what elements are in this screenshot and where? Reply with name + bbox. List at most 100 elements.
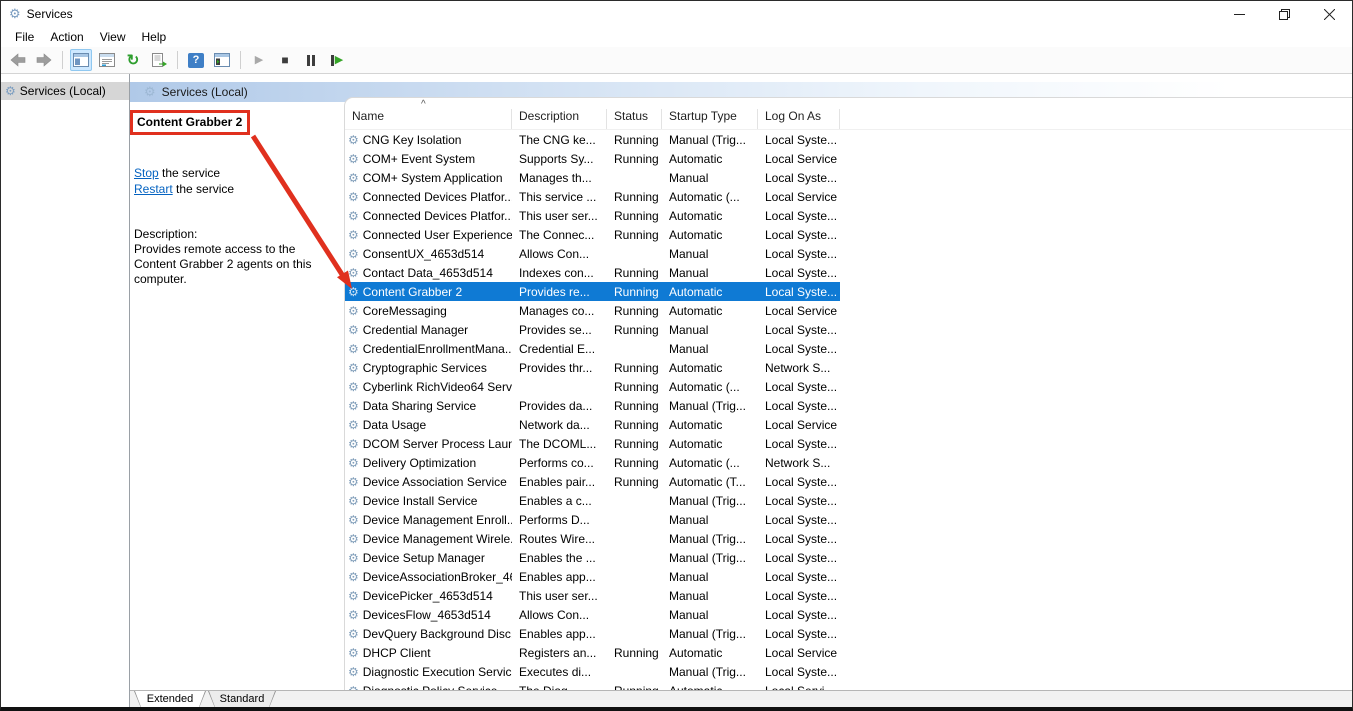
column-header-name[interactable]: Name bbox=[345, 109, 512, 129]
service-cell: Provides thr... bbox=[512, 361, 607, 375]
service-row[interactable]: ⚙COM+ Event SystemSupports Sy...RunningA… bbox=[345, 149, 840, 168]
service-row[interactable]: ⚙CNG Key IsolationThe CNG ke...RunningMa… bbox=[345, 130, 840, 149]
service-row[interactable]: ⚙Content Grabber 2Provides re...RunningA… bbox=[345, 282, 840, 301]
restart-service-link[interactable]: Restart bbox=[134, 182, 173, 196]
service-gear-icon: ⚙ bbox=[348, 608, 359, 622]
service-row[interactable]: ⚙Connected Devices Platfor...This user s… bbox=[345, 206, 840, 225]
service-name: Device Setup Manager bbox=[363, 551, 485, 565]
service-row[interactable]: ⚙DCOM Server Process Laun...The DCOML...… bbox=[345, 434, 840, 453]
service-row[interactable]: ⚙DevQuery Background Disc...Enables app.… bbox=[345, 624, 840, 643]
service-name: Diagnostic Execution Service bbox=[363, 665, 512, 679]
service-row[interactable]: ⚙DHCP ClientRegisters an...RunningAutoma… bbox=[345, 643, 840, 662]
forward-arrow-icon bbox=[36, 53, 52, 67]
service-cell: Local Syste... bbox=[758, 475, 840, 489]
column-header-log-on-as[interactable]: Log On As bbox=[758, 109, 840, 129]
service-row[interactable]: ⚙Credential ManagerProvides se...Running… bbox=[345, 320, 840, 339]
service-cell: Manual (Trig... bbox=[662, 532, 758, 546]
service-row[interactable]: ⚙Delivery OptimizationPerforms co...Runn… bbox=[345, 453, 840, 472]
stop-service-link[interactable]: Stop bbox=[134, 166, 159, 180]
service-row[interactable]: ⚙Cryptographic ServicesProvides thr...Ru… bbox=[345, 358, 840, 377]
menu-view[interactable]: View bbox=[92, 28, 134, 46]
service-cell: Provides se... bbox=[512, 323, 607, 337]
minimize-icon bbox=[1234, 9, 1245, 20]
service-name: Cyberlink RichVideo64 Servi... bbox=[363, 380, 512, 394]
service-row[interactable]: ⚙CoreMessagingManages co...RunningAutoma… bbox=[345, 301, 840, 320]
minimize-button[interactable] bbox=[1217, 1, 1262, 27]
menu-file[interactable]: File bbox=[7, 28, 42, 46]
show-action-pane-button[interactable] bbox=[211, 49, 233, 71]
properties-button[interactable] bbox=[96, 49, 118, 71]
service-row[interactable]: ⚙Device Management Enroll...Performs D..… bbox=[345, 510, 840, 529]
service-row[interactable]: ⚙Connected Devices Platfor...This servic… bbox=[345, 187, 840, 206]
service-cell: Manual (Trig... bbox=[662, 399, 758, 413]
service-row[interactable]: ⚙Cyberlink RichVideo64 Servi...RunningAu… bbox=[345, 377, 840, 396]
refresh-button[interactable]: ↻ bbox=[122, 49, 144, 71]
tree-item-services-local[interactable]: ⚙ Services (Local) bbox=[1, 82, 129, 100]
service-row[interactable]: ⚙COM+ System ApplicationManages th...Man… bbox=[345, 168, 840, 187]
help-button[interactable]: ? bbox=[185, 49, 207, 71]
service-name: Device Association Service bbox=[363, 475, 507, 489]
service-row[interactable]: ⚙Data Sharing ServiceProvides da...Runni… bbox=[345, 396, 840, 415]
service-cell: Running bbox=[607, 190, 662, 204]
service-row[interactable]: ⚙Contact Data_4653d514Indexes con...Runn… bbox=[345, 263, 840, 282]
service-row[interactable]: ⚙DeviceAssociationBroker_46...Enables ap… bbox=[345, 567, 840, 586]
sort-ascending-icon: ^ bbox=[421, 99, 426, 110]
service-name: Connected Devices Platfor... bbox=[363, 190, 512, 204]
service-row[interactable]: ⚙Device Management Wirele...Routes Wire.… bbox=[345, 529, 840, 548]
services-app-icon: ⚙ bbox=[9, 6, 21, 22]
close-button[interactable] bbox=[1307, 1, 1352, 27]
menu-action[interactable]: Action bbox=[42, 28, 91, 46]
service-cell: Local Syste... bbox=[758, 551, 840, 565]
service-cell: The CNG ke... bbox=[512, 133, 607, 147]
service-gear-icon: ⚙ bbox=[348, 551, 359, 565]
service-row[interactable]: ⚙Device Association ServiceEnables pair.… bbox=[345, 472, 840, 491]
service-name: Content Grabber 2 bbox=[363, 285, 462, 299]
column-header-startup-type[interactable]: Startup Type bbox=[662, 109, 758, 129]
tab-extended[interactable]: Extended bbox=[134, 691, 206, 708]
refresh-icon: ↻ bbox=[127, 53, 140, 68]
service-row[interactable]: ⚙ConsentUX_4653d514Allows Con...ManualLo… bbox=[345, 244, 840, 263]
service-row[interactable]: ⚙Data UsageNetwork da...RunningAutomatic… bbox=[345, 415, 840, 434]
service-row[interactable]: ⚙DevicesFlow_4653d514Allows Con...Manual… bbox=[345, 605, 840, 624]
service-cell: Local Syste... bbox=[758, 171, 840, 185]
tree-item-label: Services (Local) bbox=[20, 84, 106, 98]
service-cell: Running bbox=[607, 285, 662, 299]
service-row[interactable]: ⚙DevicePicker_4653d514This user ser...Ma… bbox=[345, 586, 840, 605]
restart-service-text: the service bbox=[173, 182, 234, 196]
restore-button[interactable] bbox=[1262, 1, 1307, 27]
service-row[interactable]: ⚙CredentialEnrollmentMana...Credential E… bbox=[345, 339, 840, 358]
service-cell: Manual bbox=[662, 171, 758, 185]
stop-service-button[interactable]: ■ bbox=[274, 49, 296, 71]
start-service-button[interactable]: ▶ bbox=[248, 49, 270, 71]
service-cell: This user ser... bbox=[512, 589, 607, 603]
tab-standard[interactable]: Standard bbox=[208, 691, 276, 708]
service-row[interactable]: ⚙Diagnostic Execution ServiceExecutes di… bbox=[345, 662, 840, 681]
column-header-status[interactable]: Status bbox=[607, 109, 662, 129]
service-gear-icon: ⚙ bbox=[348, 494, 359, 508]
service-row[interactable]: ⚙Connected User Experience...The Connec.… bbox=[345, 225, 840, 244]
menu-help[interactable]: Help bbox=[134, 28, 175, 46]
pause-service-button[interactable] bbox=[300, 49, 322, 71]
service-cell: Local Syste... bbox=[758, 247, 840, 261]
service-row[interactable]: ⚙Device Install ServiceEnables a c...Man… bbox=[345, 491, 840, 510]
show-console-tree-button[interactable] bbox=[70, 49, 92, 71]
export-list-button[interactable] bbox=[148, 49, 170, 71]
service-cell: Running bbox=[607, 475, 662, 489]
restart-service-button[interactable]: ▶ bbox=[326, 49, 348, 71]
service-cell: Local Syste... bbox=[758, 228, 840, 242]
column-header-description[interactable]: Description bbox=[512, 109, 607, 129]
back-button[interactable] bbox=[7, 49, 29, 71]
service-cell: Local Syste... bbox=[758, 399, 840, 413]
service-gear-icon: ⚙ bbox=[348, 418, 359, 432]
service-cell: Automatic bbox=[662, 152, 758, 166]
service-row[interactable]: ⚙Device Setup ManagerEnables the ...Manu… bbox=[345, 548, 840, 567]
forward-button[interactable] bbox=[33, 49, 55, 71]
toolbar-separator bbox=[240, 51, 241, 69]
properties-icon bbox=[99, 53, 115, 67]
service-cell: This user ser... bbox=[512, 209, 607, 223]
service-cell: Local Syste... bbox=[758, 323, 840, 337]
service-name: DCOM Server Process Laun... bbox=[363, 437, 512, 451]
start-icon: ▶ bbox=[255, 55, 263, 66]
service-row[interactable]: ⚙Diagnostic Policy ServiceThe Diag...Run… bbox=[345, 681, 840, 690]
service-gear-icon: ⚙ bbox=[348, 646, 359, 660]
